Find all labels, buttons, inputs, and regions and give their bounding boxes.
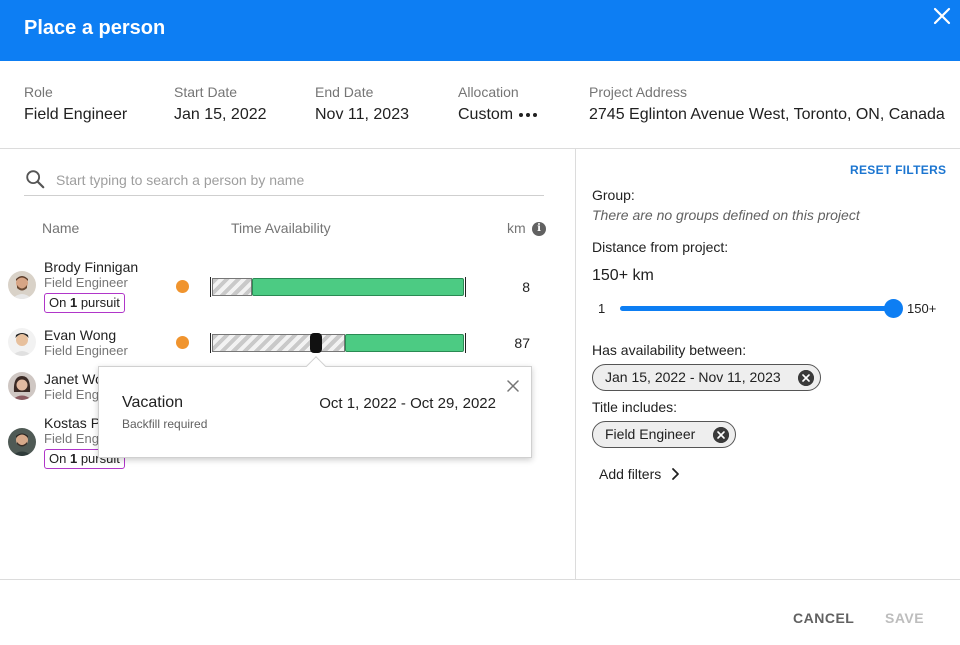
slider-max-label: 150+: [907, 301, 937, 316]
person-title: Field Eng: [44, 431, 99, 446]
distance-label: Distance from project:: [592, 239, 729, 255]
tooltip-date-range: Oct 1, 2022 - Oct 29, 2022: [319, 395, 496, 412]
column-header-time-availability: Time Availability: [231, 220, 331, 236]
avatar: [8, 428, 36, 456]
slider-fill: [620, 306, 894, 311]
distance-value: 150+ km: [592, 267, 654, 284]
reset-filters-button[interactable]: RESET FILTERS: [850, 163, 946, 177]
role-label: Role: [24, 84, 53, 100]
info-icon[interactable]: i: [532, 222, 546, 236]
person-title: Field Engineer: [44, 343, 128, 358]
group-label: Group:: [592, 187, 635, 203]
avatar: [8, 372, 36, 400]
dialog-header: Place a person: [0, 0, 960, 61]
timeline-start-tick: [210, 277, 211, 297]
allocation-label: Allocation: [458, 84, 519, 100]
divider: [0, 579, 960, 580]
unavailable-segment[interactable]: [212, 334, 345, 352]
status-dot: [176, 336, 189, 349]
role-value: Field Engineer: [24, 106, 128, 123]
close-icon[interactable]: [506, 379, 520, 393]
person-name[interactable]: Brody Finnigan: [44, 259, 138, 275]
timeline-end-tick: [465, 277, 466, 297]
search-input[interactable]: [56, 168, 536, 192]
distance-slider[interactable]: [620, 299, 903, 318]
start-date-field: Start Date Jan 15, 2022: [174, 84, 267, 134]
end-date-label: End Date: [315, 84, 374, 100]
slider-min-label: 1: [598, 301, 606, 316]
pursuit-badge[interactable]: On 1 pursuit: [44, 293, 125, 313]
group-note: There are no groups defined on this proj…: [592, 207, 860, 223]
available-segment[interactable]: [345, 334, 464, 352]
status-dot: [176, 280, 189, 293]
slider-thumb[interactable]: [884, 299, 903, 318]
cancel-button[interactable]: CANCEL: [793, 610, 854, 626]
person-search: [24, 164, 544, 196]
allocation-value-row: Custom: [458, 106, 538, 124]
search-icon: [26, 170, 45, 189]
avatar-image: [8, 428, 36, 456]
chip-clear-icon[interactable]: [798, 370, 814, 386]
dialog-title: Place a person: [24, 17, 166, 39]
panel-divider: [575, 149, 576, 579]
person-name[interactable]: Kostas P: [44, 415, 100, 431]
pursuit-suffix: pursuit: [77, 295, 120, 310]
timeline-end-tick: [465, 333, 466, 353]
allocation-field: Allocation Custom: [458, 84, 538, 134]
timeline-start-tick: [210, 333, 211, 353]
pursuit-prefix: On: [49, 451, 70, 466]
availability-label: Has availability between:: [592, 342, 747, 358]
avatar: [8, 328, 36, 356]
vacation-tooltip: Vacation Backfill required Oct 1, 2022 -…: [98, 356, 532, 458]
close-icon[interactable]: [930, 4, 954, 28]
unavailable-segment[interactable]: [212, 278, 252, 296]
more-horiz-icon[interactable]: [519, 113, 538, 117]
avatar: [8, 271, 36, 299]
pursuit-prefix: On: [49, 295, 70, 310]
tooltip-arrow: [306, 356, 326, 376]
end-date-field: End Date Nov 11, 2023: [315, 84, 409, 134]
add-filters-label: Add filters: [599, 466, 662, 482]
title-chip[interactable]: Field Engineer: [592, 421, 736, 448]
column-header-km: km: [507, 220, 526, 236]
start-date-label: Start Date: [174, 84, 238, 100]
availability-chip[interactable]: Jan 15, 2022 - Nov 11, 2023: [592, 364, 821, 391]
person-name[interactable]: Evan Wong: [44, 327, 116, 343]
divider: [0, 148, 960, 149]
project-address-field: Project Address 2745 Eglinton Avenue Wes…: [589, 84, 945, 134]
vacation-segment[interactable]: [310, 333, 322, 353]
tooltip-title: Vacation: [122, 394, 184, 411]
person-name[interactable]: Janet Wo: [44, 371, 103, 387]
project-address-value: 2745 Eglinton Avenue West, Toronto, ON, …: [589, 106, 945, 123]
available-segment[interactable]: [252, 278, 464, 296]
availability-chip-label: Jan 15, 2022 - Nov 11, 2023: [605, 369, 781, 385]
save-button[interactable]: SAVE: [885, 610, 924, 626]
role-field: Role Field Engineer: [24, 84, 127, 134]
person-title: Field Engineer: [44, 275, 128, 290]
chevron-right-icon: [672, 468, 680, 480]
avatar-image: [8, 328, 36, 356]
allocation-value: Custom: [458, 106, 514, 123]
column-header-name: Name: [42, 220, 80, 236]
tooltip-subtitle: Backfill required: [122, 417, 208, 431]
project-address-label: Project Address: [589, 84, 688, 100]
person-title: Field Eng: [44, 387, 99, 402]
chip-clear-icon[interactable]: [713, 427, 729, 443]
add-filters-button[interactable]: Add filters: [599, 466, 683, 482]
title-includes-label: Title includes:: [592, 399, 678, 415]
distance-km: 8: [522, 279, 530, 295]
avatar-image: [8, 271, 36, 299]
distance-km: 87: [514, 335, 530, 351]
start-date-value: Jan 15, 2022: [174, 106, 267, 123]
title-chip-label: Field Engineer: [605, 426, 696, 442]
avatar-image: [8, 372, 36, 400]
end-date-value: Nov 11, 2023: [315, 106, 409, 123]
